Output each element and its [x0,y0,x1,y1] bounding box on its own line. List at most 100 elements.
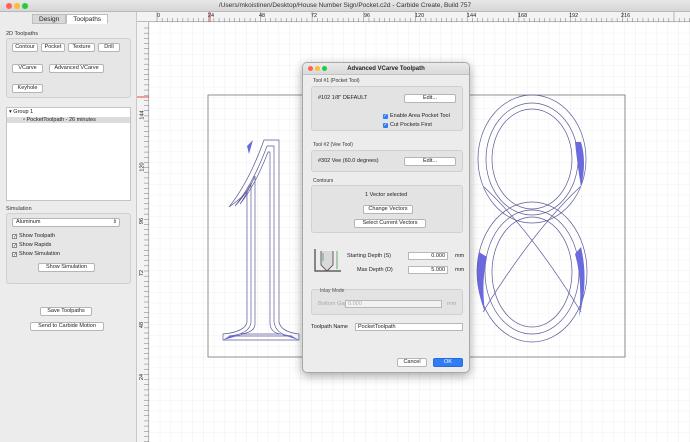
starting-depth-label: Starting Depth (S) [347,253,392,259]
vcarve-button[interactable]: VCarve [12,64,43,73]
show-rapids-label: Show Rapids [19,242,52,248]
checkmark-icon: ✓ [12,251,18,258]
ruler-top: 0 24 48 72 96 120 144 168 192 216 [137,12,690,22]
dialog-close-button[interactable] [308,66,313,71]
tool2-box: #302 Vee (60.0 degrees) Edit... [311,150,463,172]
enable-area-pocket-label: Enable Area Pocket Tool [390,113,450,119]
toolpath-doc-icon: ▫ [23,117,25,123]
send-to-carbide-motion-button[interactable]: Send to Carbide Motion [30,322,104,331]
vector-selected-status: 1 Vector selected [365,192,408,198]
toolpath-name-input[interactable]: PocketToolpath [355,323,463,331]
checkmark-icon: ✓ [383,121,388,128]
ok-button[interactable]: OK [433,358,463,367]
ruler-top-label: 48 [259,13,266,19]
ruler-left: 144 120 96 72 48 24 [137,22,149,442]
ruler-top-label: 168 [518,13,528,19]
ruler-top-label: 96 [364,13,371,19]
toolpath-list: ▾ Group 1 ▫ PocketToolpath - 26 minutes [6,107,131,201]
sidebar-tabbar: Design Toolpaths [32,14,109,24]
change-vectors-button[interactable]: Change Vectors [363,205,413,214]
dialog-title: Advanced VCarve Toolpath [347,66,425,72]
depth-section: Starting Depth (S) 0.000 mm Max Depth (D… [311,243,465,278]
starting-depth-input[interactable]: 0.000 [408,252,448,260]
ruler-top-label: 192 [569,13,579,19]
chevron-down-icon: ▾ [9,109,12,115]
ruler-top-ticks [156,12,690,22]
ruler-left-label: 120 [139,162,146,172]
close-window-button[interactable] [6,3,12,9]
checkmark-icon: ✓ [12,233,18,240]
texture-button[interactable]: Texture [68,43,95,52]
sidebar: Design Toolpaths 2D Toolpaths Contour Po… [0,12,137,442]
tree-group-row[interactable]: ▾ Group 1 [9,109,33,115]
max-depth-label: Max Depth (D) [357,267,393,273]
tool2-edit-button[interactable]: Edit... [404,157,456,166]
contours-box: 1 Vector selected Change Vectors Select … [311,185,463,233]
vbit-depth-diagram-icon [314,249,341,272]
ruler-left-label: 24 [139,373,146,381]
bottom-gap-input[interactable]: 0.000 [345,300,442,308]
pocket-button[interactable]: Pocket [41,43,65,52]
bottom-gap-unit: mm [447,301,457,307]
ruler-left-label: 144 [139,110,146,120]
inlay-mode-label: Inlay Mode [320,288,345,294]
maximize-window-button[interactable] [22,3,28,9]
tree-toolpath-label: PocketToolpath - 26 minutes [26,117,96,123]
tool2-section-label: Tool #2 (Vee Tool) [313,142,353,148]
show-simulation-button[interactable]: Show Simulation [38,263,95,272]
minimize-window-button[interactable] [14,3,20,9]
dialog-maximize-button[interactable] [322,66,327,71]
show-rapids-checkbox[interactable]: ✓ Show Rapids [12,242,51,248]
tab-design[interactable]: Design [32,14,67,24]
contour-button[interactable]: Contour [12,43,38,52]
show-simulation-label: Show Simulation [19,251,60,257]
save-toolpaths-button[interactable]: Save Toolpaths [40,307,92,316]
tool1-edit-button[interactable]: Edit... [404,94,456,103]
material-select-value: Aluminum [16,219,41,225]
checkmark-icon: ✓ [383,112,388,119]
tab-toolpaths[interactable]: Toolpaths [66,14,109,24]
ruler-top-label: 120 [415,13,425,19]
advanced-vcarve-button[interactable]: Advanced VCarve [49,64,104,73]
tree-group-label: Group 1 [13,109,34,115]
toolpath-name-label: Toolpath Name [311,324,348,330]
dialog-titlebar: Advanced VCarve Toolpath [303,63,469,75]
cut-pockets-first-label: Cut Pockets First [390,122,432,128]
starting-depth-unit: mm [455,253,465,259]
cut-pockets-first-checkbox[interactable]: ✓ Cut Pockets First [383,122,432,128]
keyhole-button[interactable]: Keyhole [12,84,43,93]
advanced-vcarve-dialog: Advanced VCarve Toolpath Tool #1 (Pocket… [302,62,470,373]
tree-toolpath-row[interactable]: ▫ PocketToolpath - 26 minutes [7,117,130,123]
dialog-minimize-button[interactable] [315,66,320,71]
checkmark-icon: ✓ [12,242,18,249]
show-toolpath-label: Show Toolpath [19,233,55,239]
select-current-vectors-button[interactable]: Select Current Vectors [354,219,426,228]
show-toolpath-checkbox[interactable]: ✓ Show Toolpath [12,233,55,239]
toolpath-buttons-box: Contour Pocket Texture Drill VCarve Adva… [6,38,131,98]
ruler-left-label: 96 [139,217,146,225]
tool1-section-label: Tool #1 (Pocket Tool) [313,78,360,84]
max-depth-input[interactable]: 5.000 [408,266,448,274]
ruler-top-label: 216 [621,13,631,19]
tool1-name: #102 1/8" DEFAULT [318,95,368,101]
inlay-mode-box: Inlay Mode Bottom Gap 0.000 mm [311,288,463,315]
show-simulation-checkbox[interactable]: ✓ Show Simulation [12,251,60,257]
ruler-left-label: 72 [139,269,146,277]
tool2-name: #302 Vee (60.0 degrees) [318,158,379,164]
bottom-gap-label: Bottom Gap [318,301,348,307]
simulation-label: Simulation [6,206,32,212]
tool1-box: #102 1/8" DEFAULT Edit... ✓ Enable Area … [311,86,463,131]
updown-arrow-icon: ⇕ [112,219,117,225]
max-depth-unit: mm [455,267,465,273]
ruler-top-label: 24 [208,13,215,19]
ruler-left-label: 48 [139,321,146,329]
drill-button[interactable]: Drill [98,43,120,52]
material-select[interactable]: Aluminum ⇕ [12,218,120,227]
ruler-top-label: 72 [311,13,318,19]
window-titlebar: /Users/mkoistinen/Desktop/House Number S… [0,0,690,12]
ruler-top-label: 0 [157,13,161,19]
section-2d-toolpaths-label: 2D Toolpaths [6,31,39,37]
enable-area-pocket-checkbox[interactable]: ✓ Enable Area Pocket Tool [383,113,450,119]
window-title: /Users/mkoistinen/Desktop/House Number S… [218,2,472,9]
cancel-button[interactable]: Cancel [397,358,427,367]
